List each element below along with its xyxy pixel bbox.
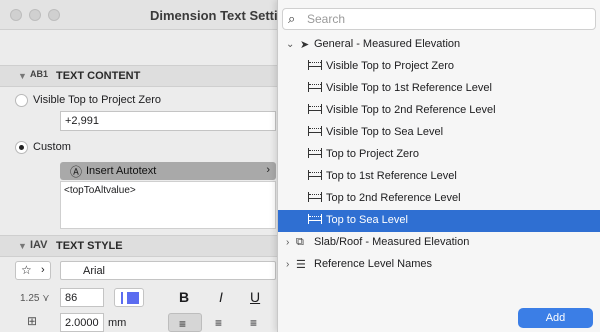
autotext-icon: Ⓐ (70, 165, 83, 179)
align-left-icon: ≡ (179, 317, 187, 331)
text-content-icon: AB1 (30, 69, 49, 79)
item-label: Visible Top to 2nd Reference Level (326, 104, 496, 116)
list-item[interactable]: Top to 1st Reference Level (278, 166, 600, 188)
slab-icon: ⧉ (296, 236, 304, 248)
text-style-title: TEXT STYLE (56, 240, 123, 252)
list-item[interactable]: Top to Project Zero (278, 144, 600, 166)
autotext-value: <topToAltvalue> (64, 185, 136, 196)
cursor-arrow-icon: ➤ (300, 39, 310, 51)
minimize-window-button[interactable] (29, 9, 41, 21)
list-item[interactable]: Visible Top to 1st Reference Level (278, 78, 600, 100)
text-style-section-header[interactable]: ▼ IAV TEXT STYLE (0, 235, 278, 257)
list-item[interactable]: Visible Top to Project Zero (278, 56, 600, 78)
autotext-textarea[interactable]: <topToAltvalue> (60, 181, 276, 229)
item-label: Top to 1st Reference Level (326, 170, 457, 182)
text-size-value: 86 (65, 292, 78, 304)
spacing-value: 2.0000 (65, 317, 99, 329)
reference-level-icon: ☰ (296, 259, 306, 271)
font-select[interactable]: Arial (60, 261, 276, 280)
chevron-down-icon: ⌄ (286, 39, 295, 50)
close-window-button[interactable] (10, 9, 22, 21)
collapse-triangle-icon: ▼ (18, 241, 27, 251)
pen-bar (121, 292, 123, 304)
collapse-triangle-icon: ▼ (18, 71, 27, 81)
dimension-icon (308, 60, 322, 73)
list-item[interactable]: Visible Top to 2nd Reference Level (278, 100, 600, 122)
font-name: Arial (83, 265, 106, 277)
group-label: Reference Level Names (314, 258, 433, 270)
list-item[interactable]: Visible Top to Sea Level (278, 122, 600, 144)
text-content-title: TEXT CONTENT (56, 70, 141, 82)
value-field[interactable]: +2,991 (60, 111, 276, 131)
dimension-icon (308, 148, 322, 161)
insert-autotext-label: Insert Autotext (86, 165, 157, 177)
search-input[interactable] (307, 11, 587, 27)
spacing-unit: mm (108, 317, 127, 329)
chevron-right-icon: › (266, 164, 270, 176)
autotext-tree: ⌄ ➤ General - Measured Elevation Visible… (278, 34, 600, 276)
group-slab-roof-measured-elevation[interactable]: › ⧉ Slab/Roof - Measured Elevation (278, 232, 600, 254)
dimension-icon (308, 192, 322, 205)
spacing-icon: ⊞ (27, 314, 38, 328)
dimension-icon (308, 214, 322, 227)
group-label: General - Measured Elevation (314, 38, 461, 50)
align-center-button[interactable]: ≡ (215, 316, 222, 330)
visible-top-radio[interactable] (15, 94, 28, 107)
bold-button[interactable]: B (179, 289, 189, 305)
italic-button[interactable]: I (219, 289, 223, 305)
dimension-icon (308, 82, 322, 95)
zoom-window-button[interactable] (48, 9, 60, 21)
add-button[interactable]: Add (518, 308, 593, 328)
item-label: Visible Top to Project Zero (326, 60, 454, 72)
custom-radio[interactable] (15, 141, 28, 154)
text-size-icon: 1.25 ⋎ (20, 293, 50, 304)
group-label: Slab/Roof - Measured Elevation (314, 236, 470, 248)
align-right-button[interactable]: ≡ (250, 316, 257, 330)
pen-color-button[interactable] (114, 288, 144, 307)
text-style-icon: IAV (30, 239, 48, 251)
text-size-field[interactable]: 86 (60, 288, 104, 307)
chevron-right-icon: › (286, 259, 290, 270)
chevron-right-icon: › (41, 264, 45, 276)
text-content-section-header[interactable]: ▼ AB1 TEXT CONTENT (0, 65, 278, 87)
search-icon: ⌕ (288, 11, 296, 26)
search-box[interactable]: ⌕ (282, 8, 596, 30)
color-swatch (127, 292, 139, 304)
group-reference-level-names[interactable]: › ☰ Reference Level Names (278, 254, 600, 276)
autotext-popover: ⌕ ⌄ ➤ General - Measured Elevation Visib… (277, 0, 600, 332)
chevron-right-icon: › (286, 237, 290, 248)
star-icon: ☆ (21, 263, 32, 277)
dimension-icon (308, 104, 322, 117)
visible-top-label: Visible Top to Project Zero (33, 94, 161, 106)
item-label: Visible Top to Sea Level (326, 126, 444, 138)
size-prefix: 1.25 (20, 293, 40, 304)
custom-label: Custom (33, 141, 71, 153)
favorites-button[interactable]: ☆ › (15, 261, 51, 280)
insert-autotext-button[interactable]: Ⓐ Insert Autotext › (60, 162, 276, 180)
list-item-selected[interactable]: Top to Sea Level (278, 210, 600, 232)
group-general-measured-elevation[interactable]: ⌄ ➤ General - Measured Elevation (278, 34, 600, 56)
item-label: Top to Project Zero (326, 148, 419, 160)
value-field-text: +2,991 (65, 115, 99, 127)
item-label: Top to 2nd Reference Level (326, 192, 461, 204)
item-label: Visible Top to 1st Reference Level (326, 82, 492, 94)
underline-button[interactable]: U (250, 289, 260, 305)
list-item[interactable]: Top to 2nd Reference Level (278, 188, 600, 210)
dimension-icon (308, 170, 322, 183)
align-left-button[interactable]: ≡ (168, 313, 202, 332)
dimension-icon (308, 126, 322, 139)
spacing-field[interactable]: 2.0000 (60, 313, 104, 332)
item-label: Top to Sea Level (326, 214, 408, 226)
